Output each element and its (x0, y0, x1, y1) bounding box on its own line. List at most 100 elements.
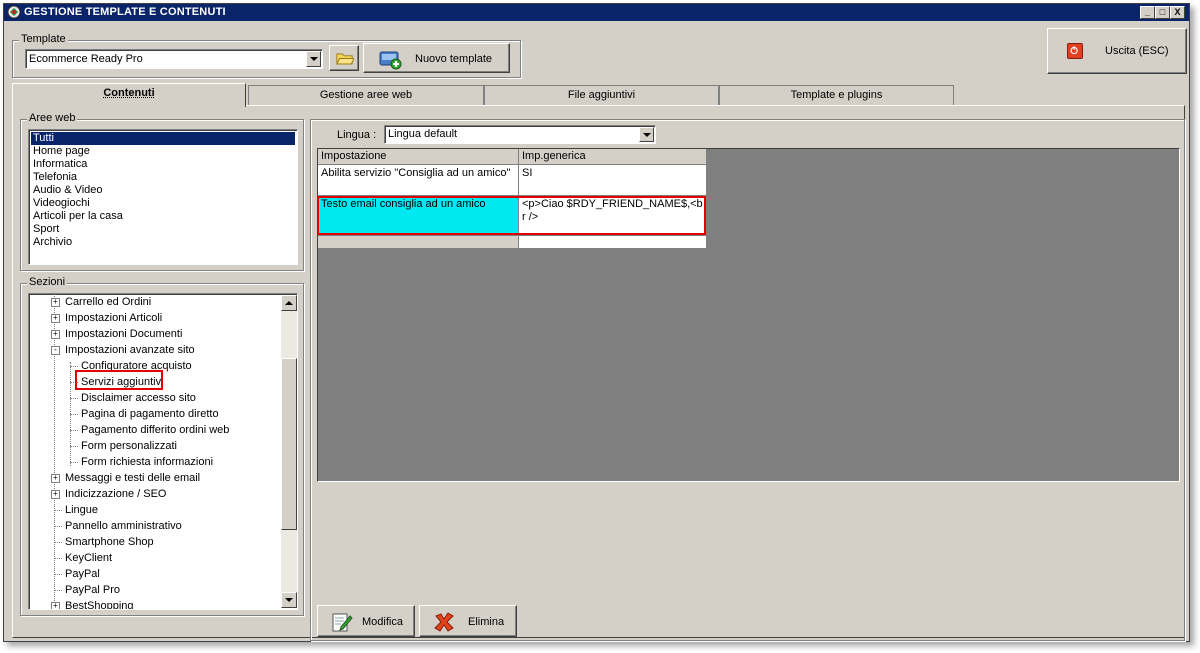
exit-button[interactable]: Uscita (ESC) (1047, 28, 1187, 74)
aree-web-item[interactable]: Home page (31, 145, 295, 158)
tree-node-label: Indicizzazione / SEO (65, 488, 167, 500)
lingua-label: Lingua : (337, 129, 377, 141)
tree-connector (54, 294, 55, 609)
grid-cell-empty[interactable] (318, 236, 519, 249)
title-bar: GESTIONE TEMPLATE E CONTENUTI _ □ X (4, 4, 1189, 21)
tree-node-label: BestShopping (65, 600, 134, 610)
template-group-label: Template (19, 33, 68, 45)
lingua-select[interactable]: Lingua default (384, 125, 656, 144)
tree-node-label: PayPal (65, 568, 100, 580)
tree-node-label: Pannello amministrativo (65, 520, 182, 532)
tree-node-label: Form richiesta informazioni (81, 456, 214, 468)
chevron-down-icon[interactable] (306, 51, 321, 67)
elimina-label: Elimina (468, 616, 505, 628)
aree-web-list[interactable]: Tutti Home page Informatica Telefonia Au… (28, 129, 298, 265)
tree-connector (70, 430, 78, 431)
template-select[interactable]: Ecommerce Ready Pro (25, 49, 323, 69)
lingua-select-value: Lingua default (388, 128, 458, 140)
close-button[interactable]: X (1170, 6, 1185, 19)
tree-connector (54, 510, 62, 511)
window-title: GESTIONE TEMPLATE E CONTENUTI (24, 6, 226, 18)
grid-cell-value[interactable]: SI (519, 165, 707, 196)
tab-file-aggiuntivi[interactable]: File aggiuntivi (484, 85, 719, 105)
aree-web-item[interactable]: Videogiochi (31, 197, 295, 210)
expand-icon[interactable]: + (51, 298, 60, 307)
expand-icon[interactable]: + (51, 474, 60, 483)
scroll-up-button[interactable] (281, 295, 297, 311)
tree-node-label: Pagina di pagamento diretto (81, 408, 219, 420)
tree-node-label: Impostazioni avanzate sito (65, 344, 195, 356)
arrow-up-icon (285, 301, 293, 305)
tree-node-label: Form personalizzati (81, 440, 177, 452)
chevron-down-icon[interactable] (639, 127, 654, 142)
folder-icon (336, 53, 354, 65)
scroll-down-button[interactable] (281, 592, 297, 608)
tree-node-label: Impostazioni Documenti (65, 328, 183, 340)
tree-node-label: PayPal Pro (65, 584, 121, 596)
tree-node-label: Disclaimer accesso sito (81, 392, 196, 404)
tree-connector (54, 558, 62, 559)
tab-template-e-plugins[interactable]: Template e plugins (719, 85, 954, 105)
tree-scrollbar[interactable] (281, 295, 297, 608)
tree-node-label: Pagamento differito ordini web (81, 424, 230, 436)
aree-web-item[interactable]: Telefonia (31, 171, 295, 184)
arrow-down-icon (285, 598, 293, 602)
sezioni-label: Sezioni (27, 276, 68, 288)
collapse-icon[interactable]: - (51, 346, 60, 355)
tab-file-aggiuntivi-label: File aggiuntivi (567, 89, 636, 101)
elimina-button[interactable]: Elimina (419, 605, 517, 637)
aree-web-item[interactable]: Sport (31, 223, 295, 236)
grid-cell-empty[interactable] (519, 236, 707, 249)
aree-web-item[interactable]: Informatica (31, 158, 295, 171)
tree-connector (70, 414, 78, 415)
sezioni-tree[interactable]: + Carrello ed Ordini + Impostazioni Arti… (28, 293, 298, 610)
maximize-button[interactable]: □ (1155, 6, 1170, 19)
modifica-label: Modifica (362, 616, 403, 628)
tree-node-label: Impostazioni Articoli (65, 312, 163, 324)
aree-web-item[interactable]: Articoli per la casa (31, 210, 295, 223)
grid-header-impostazione[interactable]: Impostazione (318, 149, 519, 165)
expand-icon[interactable]: + (51, 602, 60, 609)
grid-cell-setting[interactable]: Abilita servizio "Consiglia ad un amico" (318, 165, 519, 196)
expand-icon[interactable]: + (51, 314, 60, 323)
delete-x-icon (434, 612, 454, 632)
tab-contenuti[interactable]: Contenuti (12, 83, 246, 107)
tree-connector (54, 526, 62, 527)
app-icon (7, 5, 21, 19)
minimize-button[interactable]: _ (1140, 6, 1155, 19)
tab-gestione-aree-web[interactable]: Gestione aree web (248, 85, 484, 105)
tree-connector (54, 542, 62, 543)
tab-template-e-plugins-label: Template e plugins (790, 89, 883, 101)
aree-web-item[interactable]: Audio & Video (31, 184, 295, 197)
main-window: GESTIONE TEMPLATE E CONTENUTI _ □ X Temp… (3, 3, 1190, 642)
power-icon (1067, 43, 1083, 59)
tree-connector (70, 398, 78, 399)
tree-connector (70, 462, 78, 463)
tab-gestione-aree-web-label: Gestione aree web (319, 89, 413, 101)
template-select-value: Ecommerce Ready Pro (29, 53, 143, 65)
tab-contenuti-label: Contenuti (103, 87, 155, 99)
expand-icon[interactable]: + (51, 330, 60, 339)
tree-node-label: Lingue (65, 504, 99, 516)
tree-connector (70, 446, 78, 447)
new-template-button[interactable]: Nuovo template (363, 43, 510, 73)
aree-web-label: Aree web (27, 112, 78, 124)
highlight-servizi-aggiuntivi (75, 370, 163, 390)
tree-connector (70, 366, 78, 367)
new-template-label: Nuovo template (415, 53, 493, 65)
tree-connector (54, 590, 62, 591)
scroll-thumb[interactable] (281, 358, 297, 530)
expand-icon[interactable]: + (51, 490, 60, 499)
tree-node-label: Smartphone Shop (65, 536, 154, 548)
tree-node-label: Messaggi e testi delle email (65, 472, 201, 484)
tree-connector (54, 574, 62, 575)
tree-node-label: KeyClient (65, 552, 113, 564)
edit-icon (332, 613, 353, 632)
tree-node-label: Carrello ed Ordini (65, 296, 152, 308)
aree-web-item[interactable]: Archivio (31, 236, 295, 249)
open-folder-button[interactable] (329, 45, 359, 71)
modifica-button[interactable]: Modifica (317, 605, 415, 637)
grid-header-imp-generica[interactable]: Imp.generica (519, 149, 707, 165)
highlight-testo-email-row (317, 196, 706, 235)
aree-web-item[interactable]: Tutti (31, 132, 295, 145)
